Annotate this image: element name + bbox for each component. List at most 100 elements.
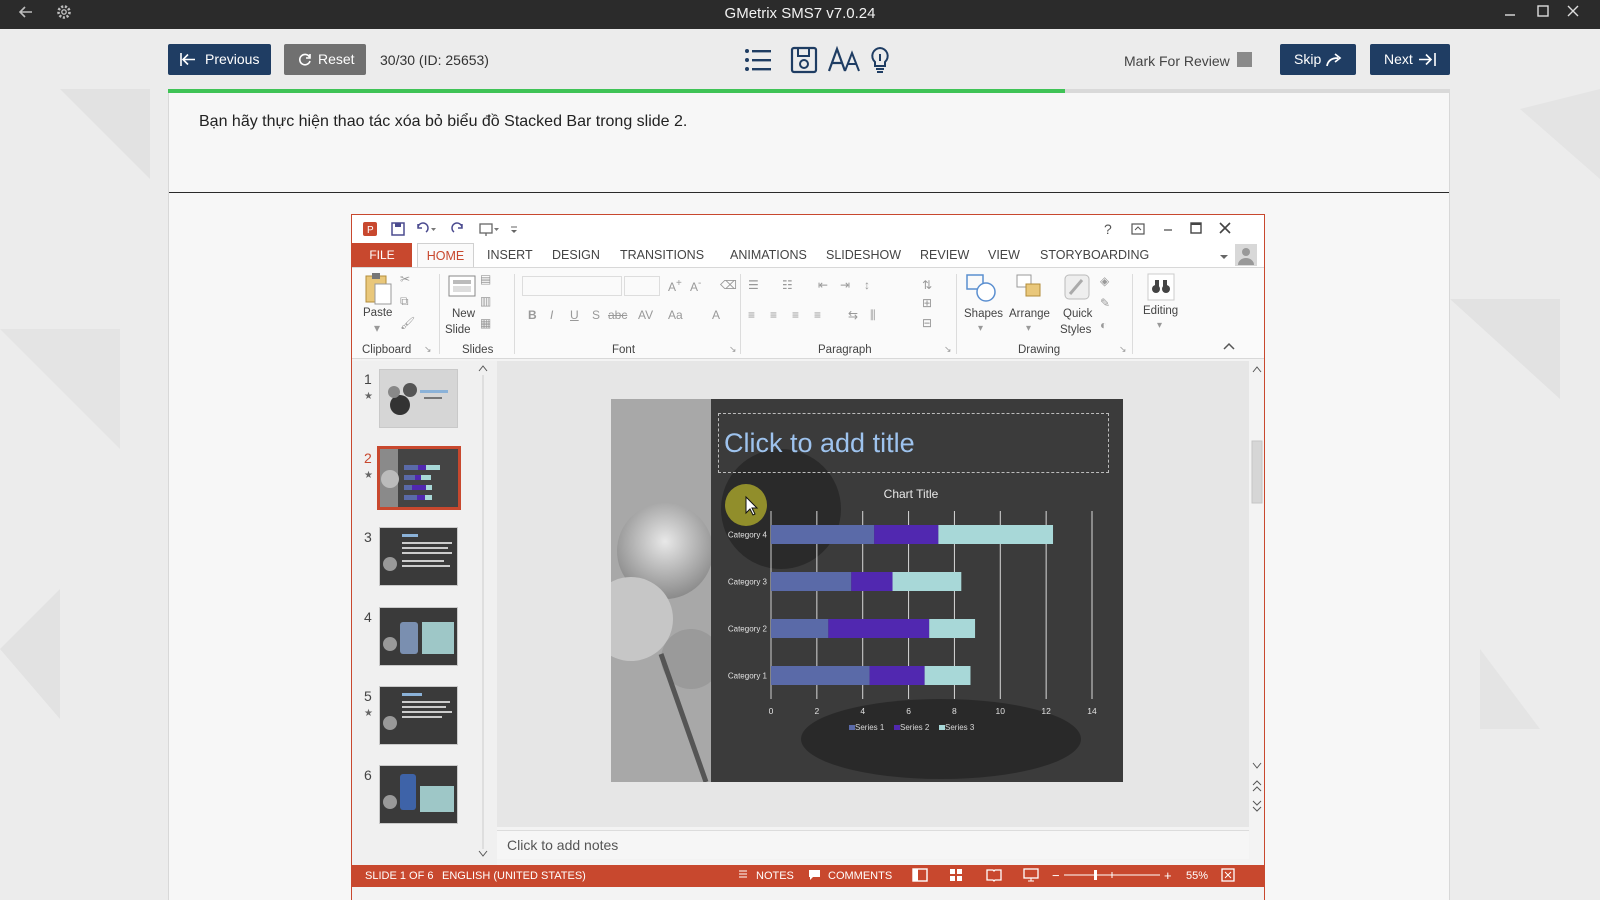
zoom-in-icon[interactable]: + bbox=[1164, 868, 1172, 883]
text-shadow-icon[interactable]: S bbox=[592, 308, 600, 322]
ppt-maximize-icon[interactable] bbox=[1189, 221, 1203, 238]
text-direction-menu-icon[interactable]: ⇅ bbox=[922, 278, 932, 292]
align-left-icon[interactable]: ≡ bbox=[748, 308, 755, 322]
ribbon-display-options-icon[interactable] bbox=[1130, 221, 1146, 240]
help-icon[interactable]: ? bbox=[1104, 221, 1112, 237]
decrease-indent-icon[interactable]: ⇤ bbox=[818, 278, 828, 292]
thumbnail-scrollbar[interactable] bbox=[476, 361, 490, 861]
notes-icon[interactable] bbox=[737, 868, 749, 884]
quick-styles-label-1[interactable]: Quick bbox=[1063, 308, 1092, 320]
italic-icon[interactable]: I bbox=[550, 308, 553, 322]
copy-icon[interactable]: ⧉ bbox=[400, 294, 409, 309]
tab-design[interactable]: DESIGN bbox=[552, 248, 600, 262]
layout-icon[interactable]: ▤ bbox=[480, 272, 491, 286]
font-size-select[interactable] bbox=[624, 276, 660, 296]
account-dropdown-icon[interactable] bbox=[1219, 250, 1229, 264]
maximize-icon[interactable] bbox=[1533, 4, 1553, 24]
reading-view-icon[interactable] bbox=[986, 868, 1002, 885]
fit-to-window-icon[interactable] bbox=[1221, 868, 1235, 885]
skip-button[interactable]: Skip bbox=[1280, 44, 1356, 75]
tab-animations[interactable]: ANIMATIONS bbox=[730, 248, 807, 262]
user-avatar-icon[interactable] bbox=[1235, 244, 1257, 269]
ppt-minimize-icon[interactable] bbox=[1161, 221, 1175, 238]
arrange-icon[interactable] bbox=[1014, 272, 1044, 307]
editing-label[interactable]: Editing bbox=[1143, 305, 1178, 317]
tab-slideshow[interactable]: SLIDESHOW bbox=[826, 248, 901, 262]
arrange-label[interactable]: Arrange bbox=[1009, 308, 1050, 320]
change-case-icon[interactable]: Aa bbox=[668, 308, 683, 322]
font-size-icon[interactable] bbox=[827, 45, 861, 75]
bold-icon[interactable]: B bbox=[528, 308, 537, 322]
tab-storyboarding[interactable]: STORYBOARDING bbox=[1040, 248, 1149, 262]
comments-icon[interactable] bbox=[808, 868, 821, 884]
customize-toolbar-icon[interactable] bbox=[509, 221, 519, 240]
shape-effects-icon[interactable]: ◐ bbox=[1100, 318, 1107, 332]
shapes-dropdown-icon[interactable]: ▾ bbox=[978, 323, 983, 334]
slide-sorter-view-icon[interactable] bbox=[949, 868, 963, 885]
comments-toggle[interactable]: COMMENTS bbox=[828, 870, 892, 882]
cut-icon[interactable]: ✂ bbox=[400, 272, 410, 286]
underline-icon[interactable]: U bbox=[570, 308, 579, 322]
editing-dropdown-icon[interactable]: ▾ bbox=[1157, 320, 1162, 331]
language-indicator[interactable]: ENGLISH (UNITED STATES) bbox=[442, 870, 586, 882]
new-slide-label-1[interactable]: New bbox=[452, 308, 475, 320]
font-name-select[interactable] bbox=[522, 276, 622, 296]
mark-for-review-checkbox[interactable] bbox=[1237, 52, 1252, 67]
undo-icon[interactable] bbox=[414, 221, 438, 240]
increase-indent-icon[interactable]: ⇥ bbox=[840, 278, 850, 292]
drawing-launcher-icon[interactable]: ↘ bbox=[1119, 344, 1127, 355]
save-icon[interactable] bbox=[390, 221, 406, 240]
save-icon[interactable] bbox=[789, 45, 819, 75]
reset-slide-icon[interactable]: ▥ bbox=[480, 294, 491, 308]
stacked-bar-chart[interactable]: Chart Title 0 2 4 6 8 10 12 14 Category 1 Category… bbox=[611, 399, 1123, 782]
new-slide-label-2[interactable]: Slide bbox=[445, 324, 471, 336]
shape-outline-icon[interactable]: ✎ bbox=[1100, 296, 1110, 310]
collapse-ribbon-icon[interactable] bbox=[1223, 340, 1235, 354]
text-direction-icon[interactable]: ⇆ bbox=[848, 308, 858, 322]
quick-styles-label-2[interactable]: Styles bbox=[1060, 324, 1091, 336]
previous-button[interactable]: Previous bbox=[168, 44, 271, 75]
strikethrough-icon[interactable]: abc bbox=[608, 308, 627, 322]
paste-label[interactable]: Paste bbox=[363, 307, 392, 319]
close-icon[interactable] bbox=[1563, 4, 1583, 24]
align-right-icon[interactable]: ≡ bbox=[792, 308, 799, 322]
bullets-icon[interactable]: ☰ bbox=[748, 278, 759, 292]
ppt-close-icon[interactable] bbox=[1218, 221, 1232, 238]
smartart-icon[interactable]: ⊟ bbox=[922, 316, 932, 330]
format-painter-icon[interactable]: 🖌 bbox=[400, 316, 415, 330]
tab-view[interactable]: VIEW bbox=[988, 248, 1020, 262]
paste-dropdown-icon[interactable]: ▾ bbox=[374, 321, 380, 335]
zoom-out-icon[interactable]: − bbox=[1052, 868, 1060, 883]
new-slide-icon[interactable] bbox=[447, 272, 477, 303]
shrink-font-icon[interactable]: A- bbox=[690, 278, 701, 294]
font-color-icon[interactable]: A bbox=[712, 308, 720, 322]
editing-binoculars-icon[interactable] bbox=[1146, 272, 1176, 305]
shapes-label[interactable]: Shapes bbox=[964, 308, 1003, 320]
align-center-icon[interactable]: ≡ bbox=[770, 308, 777, 322]
shapes-icon[interactable] bbox=[964, 272, 998, 307]
clear-formatting-icon[interactable]: ⌫ bbox=[720, 278, 737, 292]
arrange-dropdown-icon[interactable]: ▾ bbox=[1026, 323, 1031, 334]
notes-pane[interactable]: Click to add notes bbox=[497, 830, 1249, 859]
zoom-slider[interactable] bbox=[1064, 869, 1160, 884]
paragraph-launcher-icon[interactable]: ↘ bbox=[944, 344, 952, 355]
touch-mode-icon[interactable] bbox=[478, 221, 500, 240]
slide-canvas[interactable]: Click to add title Chart Title 0 2 4 6 8 10 12 1… bbox=[611, 399, 1123, 782]
reset-button[interactable]: Reset bbox=[284, 44, 366, 75]
character-spacing-icon[interactable]: AV bbox=[638, 308, 653, 322]
grow-font-icon[interactable]: A+ bbox=[668, 278, 682, 294]
numbering-icon[interactable]: ☷ bbox=[782, 278, 793, 292]
shape-fill-icon[interactable]: ◈ bbox=[1100, 274, 1109, 288]
columns-icon[interactable]: ⫼ bbox=[870, 308, 876, 323]
redo-icon[interactable] bbox=[450, 221, 466, 240]
align-text-icon[interactable]: ⊞ bbox=[922, 296, 932, 310]
hint-lightbulb-icon[interactable] bbox=[865, 45, 895, 75]
slide-vertical-scrollbar[interactable] bbox=[1249, 361, 1264, 827]
list-icon[interactable] bbox=[743, 45, 773, 75]
clipboard-launcher-icon[interactable]: ↘ bbox=[424, 344, 432, 355]
quick-styles-icon[interactable] bbox=[1062, 272, 1092, 307]
paste-icon[interactable] bbox=[362, 272, 392, 309]
justify-icon[interactable]: ≡ bbox=[814, 308, 821, 322]
tab-insert[interactable]: INSERT bbox=[487, 248, 533, 262]
font-launcher-icon[interactable]: ↘ bbox=[729, 344, 737, 355]
